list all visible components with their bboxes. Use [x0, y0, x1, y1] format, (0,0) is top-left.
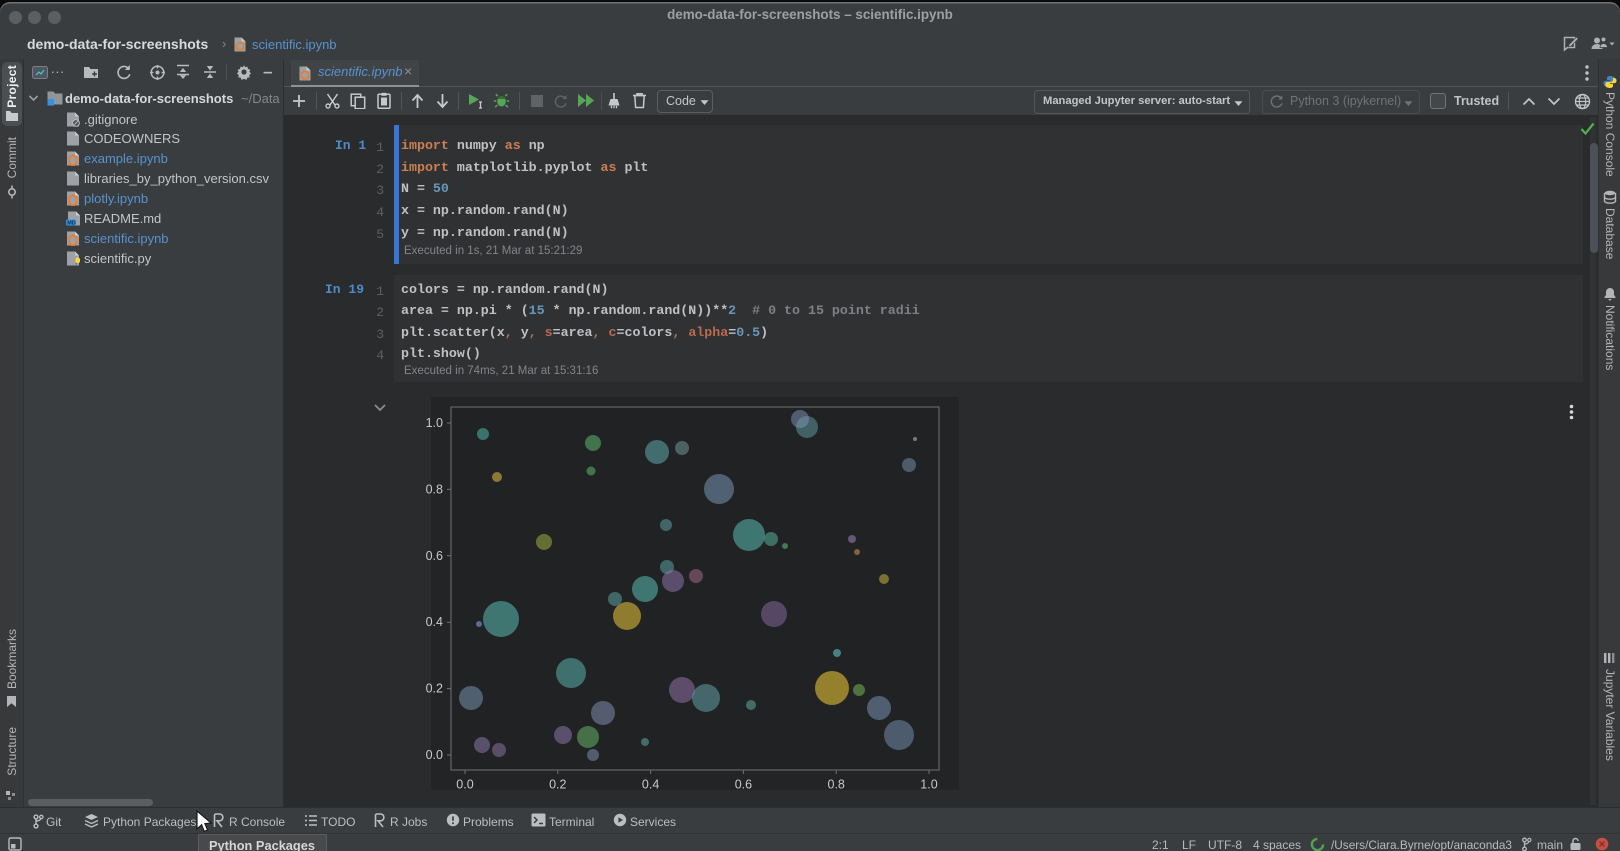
svg-text:0.2: 0.2 — [549, 778, 566, 792]
svg-text:1.0: 1.0 — [426, 416, 443, 430]
svg-text:MD: MD — [67, 220, 76, 226]
svg-text:0.6: 0.6 — [735, 778, 752, 792]
svg-text:0.4: 0.4 — [426, 615, 443, 629]
svg-text:0.6: 0.6 — [426, 549, 443, 563]
svg-text:1.0: 1.0 — [920, 778, 937, 792]
svg-text:0.0: 0.0 — [456, 778, 473, 792]
svg-text:0.8: 0.8 — [426, 482, 443, 496]
svg-text:0.0: 0.0 — [426, 748, 443, 762]
svg-text:0.8: 0.8 — [828, 778, 845, 792]
svg-text:0.4: 0.4 — [642, 778, 659, 792]
svg-text:0.2: 0.2 — [426, 682, 443, 696]
